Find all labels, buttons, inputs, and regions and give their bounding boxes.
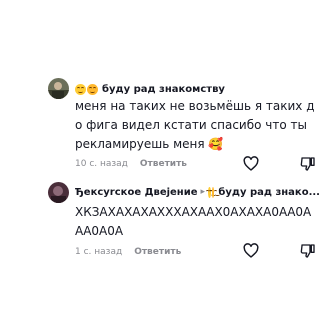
smile-emoji-icon <box>209 186 220 198</box>
comment-item: Ђекcуrcкое Двеjение ▸ буду рад знако... … <box>0 0 320 320</box>
reply-arrow-icon: ▸ <box>200 187 206 197</box>
comment-text: ХКЗАХАХАХАХХХАХААХ0АХАХА0АА0ААА0А0А <box>75 205 312 238</box>
reply-target-text: буду рад знако... <box>218 186 320 198</box>
like-button[interactable] <box>243 243 259 259</box>
comment-meta: 1 с. назад Ответить <box>75 245 181 259</box>
comment-author[interactable]: Ђекcуrcкое Двеjение <box>75 187 198 198</box>
comment-time: 1 с. назад <box>75 247 123 257</box>
comment-header: Ђекcуrcкое Двеjение ▸ буду рад знако... <box>75 184 320 200</box>
dislike-button[interactable] <box>300 243 316 259</box>
heart-outline-icon <box>243 243 259 258</box>
thumbs-down-outline-icon <box>300 244 315 258</box>
avatar[interactable] <box>48 182 69 203</box>
reply-button[interactable]: Ответить <box>134 247 181 257</box>
